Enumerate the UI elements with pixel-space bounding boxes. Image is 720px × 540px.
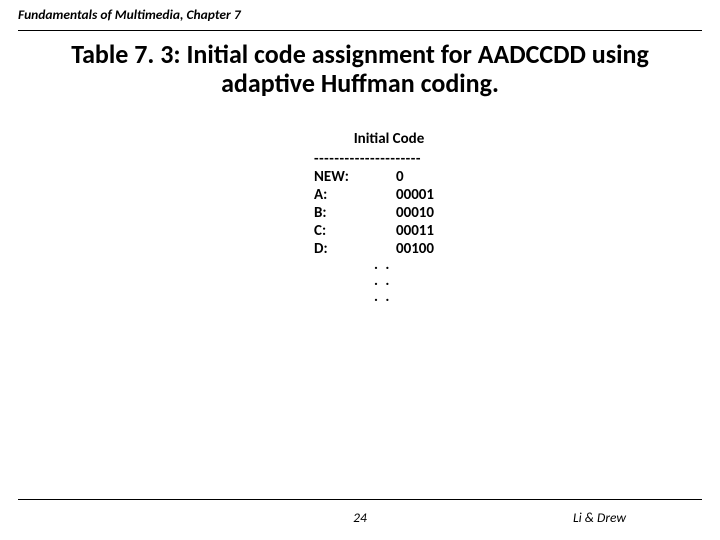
symbol-cell: A: <box>314 186 396 204</box>
ellipsis-row: . . <box>314 290 464 306</box>
value-cell: 00010 <box>396 204 434 222</box>
title-line-2: adaptive Huffman coding. <box>221 67 499 99</box>
code-divider: --------------------- <box>314 150 464 168</box>
slide: Fundamentals of Multimedia, Chapter 7 Ta… <box>0 0 720 540</box>
table-row: NEW: 0 <box>314 168 464 186</box>
code-header: Initial Code <box>314 130 464 148</box>
table-row: A: 00001 <box>314 186 464 204</box>
bottom-rule <box>18 499 702 500</box>
title-line-1: Table 7. 3: Initial code assignment for … <box>71 38 649 70</box>
symbol-cell: B: <box>314 204 396 222</box>
slide-title: Table 7. 3: Initial code assignment for … <box>40 40 680 97</box>
chapter-label: Fundamentals of Multimedia, Chapter 7 <box>18 6 241 23</box>
authors-label: Li & Drew <box>573 509 626 526</box>
table-row: B: 00010 <box>314 204 464 222</box>
value-cell: 00100 <box>396 240 434 258</box>
table-row: C: 00011 <box>314 222 464 240</box>
symbol-cell: NEW: <box>314 168 396 186</box>
code-table: Initial Code --------------------- NEW: … <box>314 130 464 305</box>
value-cell: 00011 <box>396 222 434 240</box>
value-cell: 0 <box>396 168 404 186</box>
top-rule <box>18 30 702 31</box>
symbol-cell: C: <box>314 222 396 240</box>
value-cell: 00001 <box>396 186 434 204</box>
